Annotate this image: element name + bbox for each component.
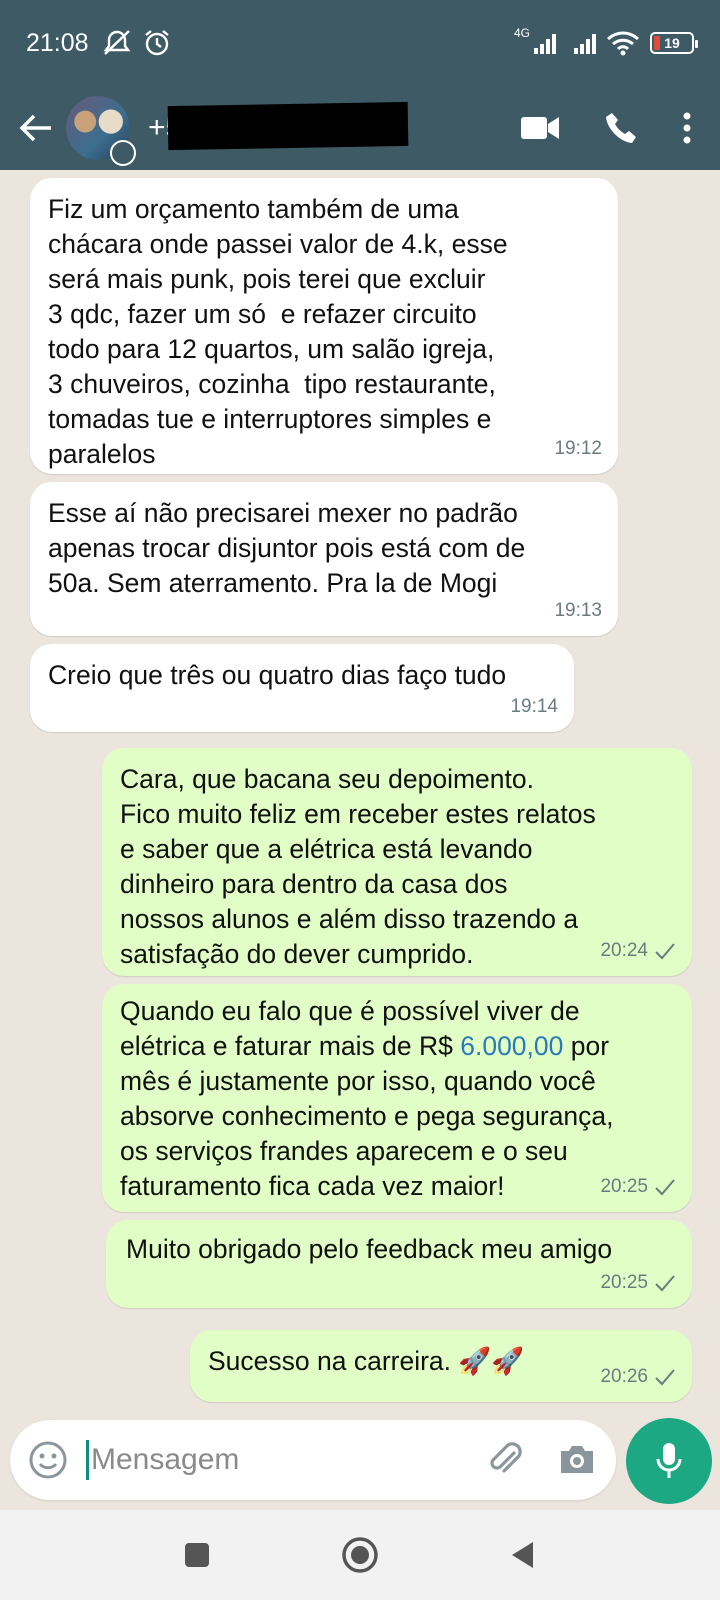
message-outgoing[interactable]: Sucesso na carreira. 🚀🚀 20:26 <box>190 1330 692 1402</box>
signal-icon-2 <box>574 32 596 54</box>
message-incoming[interactable]: Creio que três ou quatro dias faço tudo … <box>30 644 574 732</box>
check-icon <box>655 1368 675 1385</box>
message-time: 19:12 <box>554 438 602 459</box>
message-outgoing[interactable]: Quando eu falo que é possível viver de e… <box>102 984 692 1212</box>
money-amount: 6.000,00 <box>460 1031 564 1061</box>
battery-icon: 19 <box>650 32 698 54</box>
avatar[interactable] <box>66 96 136 166</box>
back-arrow-icon[interactable] <box>16 108 56 148</box>
check-icon <box>655 1274 675 1291</box>
status-time: 21:08 <box>26 28 89 57</box>
signal-icon <box>534 32 556 54</box>
attach-icon[interactable] <box>484 1439 526 1481</box>
chat-header: +5 3 <box>0 86 720 170</box>
message-text: Muito obrigado pelo feedback meu amigo <box>126 1234 613 1264</box>
message-time: 20:24 <box>600 940 648 961</box>
message-incoming[interactable]: Fiz um orçamento também de uma chácara o… <box>30 178 618 474</box>
emoji-icon[interactable] <box>28 1440 68 1480</box>
message-time: 19:14 <box>510 696 558 717</box>
camera-icon[interactable] <box>556 1439 598 1481</box>
message-time: 20:26 <box>600 1366 648 1387</box>
message-time: 20:25 <box>600 1272 648 1293</box>
message-text: Esse aí não precisarei mexer no padrão a… <box>48 498 526 598</box>
redaction-bar <box>167 101 409 151</box>
status-ring-icon <box>110 140 136 166</box>
network-type: 4G <box>513 26 530 40</box>
video-call-icon[interactable] <box>520 114 560 142</box>
back-nav-icon[interactable] <box>509 1540 537 1570</box>
message-text: Quando eu falo que é possível viver de e… <box>120 996 614 1201</box>
message-time: 19:13 <box>554 600 602 621</box>
battery-level: 19 <box>664 35 680 51</box>
message-outgoing[interactable]: Muito obrigado pelo feedback meu amigo 2… <box>106 1220 692 1308</box>
alarm-icon <box>144 30 169 56</box>
wifi-icon <box>607 31 639 56</box>
message-outgoing[interactable]: Cara, que bacana seu depoimento. Fico mu… <box>102 748 692 976</box>
message-incoming[interactable]: Esse aí não precisarei mexer no padrão a… <box>30 482 618 636</box>
contact-name[interactable]: +5 3 <box>148 101 409 151</box>
message-time: 20:25 <box>600 1176 648 1197</box>
check-icon <box>655 942 675 959</box>
mute-notifications-icon <box>103 30 130 55</box>
message-composer: Mensagem <box>10 1420 616 1500</box>
message-text: Cara, que bacana seu depoimento. Fico mu… <box>120 764 596 969</box>
message-list[interactable]: Fiz um orçamento também de uma chácara o… <box>0 170 720 1418</box>
message-input[interactable]: Mensagem <box>86 1440 484 1480</box>
home-icon[interactable] <box>341 1536 379 1574</box>
top-bar: 21:08 4G 19 +5 <box>0 0 720 170</box>
mic-button[interactable] <box>626 1418 712 1504</box>
system-nav-bar <box>0 1510 720 1600</box>
message-text: Creio que três ou quatro dias faço tudo <box>48 660 507 690</box>
mic-icon <box>656 1443 682 1478</box>
recent-apps-icon[interactable] <box>183 1541 211 1569</box>
more-options-icon[interactable] <box>682 111 692 145</box>
check-icon <box>655 1178 675 1195</box>
message-text: Fiz um orçamento também de uma chácara o… <box>48 194 508 469</box>
phone-icon[interactable] <box>604 111 638 145</box>
status-bar: 21:08 4G 19 <box>0 0 720 86</box>
